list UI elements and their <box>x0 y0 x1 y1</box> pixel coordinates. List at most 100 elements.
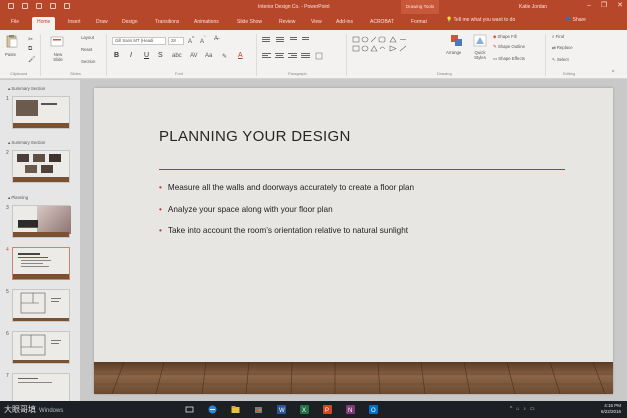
tab-design[interactable]: Design <box>122 17 138 30</box>
arrange-icon[interactable] <box>450 34 464 48</box>
select-button[interactable]: ↖ Select <box>552 57 569 63</box>
keyboard-icon[interactable]: ▭ <box>530 406 539 412</box>
share-button[interactable]: 👤 Share <box>565 17 586 23</box>
character-spacing-icon[interactable]: AV <box>190 53 198 59</box>
slide-thumbnail[interactable] <box>12 150 70 183</box>
strikethrough-icon[interactable]: abc <box>172 53 182 59</box>
tab-transitions[interactable]: Transitions <box>155 17 179 30</box>
svg-text:P: P <box>325 408 329 414</box>
start-from-beginning-icon[interactable] <box>50 3 56 9</box>
slide-thumbnail[interactable] <box>12 373 70 402</box>
collapse-ribbon-icon[interactable]: ^ <box>612 70 614 76</box>
shape-outline-button[interactable]: ✎ Shape Outline <box>493 44 525 50</box>
tell-me-search[interactable]: 💡 Tell me what you want to do <box>446 17 515 23</box>
tab-insert[interactable]: Insert <box>68 17 81 30</box>
italic-button[interactable]: I <box>130 52 132 60</box>
replace-button[interactable]: ⇄ Replace <box>552 45 573 51</box>
tab-review[interactable]: Review <box>279 17 295 30</box>
paint-bucket-icon: ◆ <box>493 34 497 39</box>
bullet-item[interactable]: • Measure all the walls and doorways accu… <box>159 183 414 192</box>
tab-home[interactable]: Home <box>32 17 56 30</box>
underline-button[interactable]: U <box>144 52 149 60</box>
shapes-gallery[interactable] <box>352 36 422 64</box>
increase-font-size-icon[interactable]: A^ <box>188 36 194 45</box>
format-painter-icon[interactable]: 🖌 <box>28 56 36 63</box>
slide-editing-area[interactable]: PLANNING YOUR DESIGN • Measure all the wa… <box>80 80 627 402</box>
onenote-icon[interactable]: N <box>346 405 355 414</box>
bullet-item[interactable]: • Analyze your space along with your floo… <box>159 205 333 214</box>
bold-button[interactable]: B <box>114 52 119 60</box>
text-shadow-button[interactable]: S <box>158 52 163 60</box>
paragraph-icons[interactable] <box>262 36 342 66</box>
store-icon[interactable] <box>254 405 263 414</box>
font-size-combobox[interactable]: 28 <box>168 37 184 45</box>
system-clock[interactable]: 4:16 PM 6/22/2016 <box>601 403 621 415</box>
paste-icon[interactable] <box>6 34 18 48</box>
paste-label[interactable]: Paste <box>5 52 16 57</box>
font-color-button[interactable]: A <box>238 52 243 60</box>
slide-thumbnail-pane[interactable]: ▴ Summary Section 1 ▴ Summary Section 2 … <box>0 80 80 402</box>
slide-thumbnail[interactable] <box>12 96 70 129</box>
change-case-icon[interactable]: Aa <box>205 53 212 59</box>
undo-icon[interactable] <box>22 3 28 9</box>
outlook-icon[interactable]: O <box>369 405 378 414</box>
tab-format[interactable]: Format <box>411 17 427 30</box>
quick-styles-label[interactable]: Quick Styles <box>470 50 490 60</box>
tab-add-ins[interactable]: Add-ins <box>336 17 353 30</box>
slide-thumbnail-selected[interactable] <box>12 247 70 280</box>
tab-acrobat[interactable]: ACROBAT <box>370 17 394 30</box>
section-button[interactable]: Section <box>81 59 95 64</box>
save-icon[interactable] <box>8 3 14 9</box>
restore-button[interactable]: ❐ <box>601 2 607 10</box>
shape-effects-button[interactable]: ▭ Shape Effects <box>493 56 525 62</box>
slide-thumbnail[interactable] <box>12 289 70 322</box>
quick-styles-icon[interactable] <box>473 34 487 48</box>
reset-button[interactable]: Reset <box>81 47 92 52</box>
shape-fill-button[interactable]: ◆ Shape Fill <box>493 34 517 40</box>
new-slide-label[interactable]: New Slide <box>50 52 66 62</box>
slide-number: 4 <box>6 247 9 253</box>
section-header[interactable]: ▴ Planning <box>8 195 28 201</box>
excel-icon[interactable]: X <box>300 405 309 414</box>
current-slide[interactable]: PLANNING YOUR DESIGN • Measure all the wa… <box>94 88 613 394</box>
bullet-item[interactable]: • Take into account the room’s orientatio… <box>159 226 408 235</box>
font-name-combobox[interactable]: Gill Sans MT (Headi <box>112 37 166 45</box>
slide-thumbnail[interactable] <box>12 205 71 238</box>
highlight-icon[interactable]: ✎ <box>222 53 227 60</box>
section-name: Planning <box>11 195 29 200</box>
thumbnail-floor <box>13 274 69 279</box>
watermark: 大眼哥填 Windows <box>4 404 63 415</box>
word-icon[interactable]: W <box>277 405 286 414</box>
minimize-button[interactable]: – <box>587 2 591 10</box>
system-tray[interactable]: ^⌂♪▭ <box>510 406 539 412</box>
decrease-font-size-icon[interactable]: Aˇ <box>200 36 206 45</box>
cut-icon[interactable]: ✂ <box>28 36 33 43</box>
user-name[interactable]: Katie Jordan <box>519 4 547 10</box>
redo-icon[interactable] <box>36 3 42 9</box>
slide-title[interactable]: PLANNING YOUR DESIGN <box>159 128 351 145</box>
task-view-icon[interactable] <box>185 405 194 414</box>
tab-slide-show[interactable]: Slide Show <box>237 17 262 30</box>
tab-view[interactable]: View <box>311 17 322 30</box>
group-separator <box>346 34 347 76</box>
layout-button[interactable]: Layout <box>81 35 94 40</box>
new-slide-icon[interactable] <box>50 36 64 48</box>
tab-draw[interactable]: Draw <box>96 17 108 30</box>
thumbnail-text <box>41 103 57 105</box>
copy-icon[interactable]: ⧉ <box>28 46 32 53</box>
tab-animations[interactable]: Animations <box>194 17 219 30</box>
tab-file[interactable]: File <box>11 17 19 30</box>
powerpoint-icon[interactable]: P <box>323 405 332 414</box>
customize-qat-icon[interactable] <box>64 3 70 9</box>
tell-me-text: Tell me what you want to do <box>453 17 516 23</box>
section-header[interactable]: ▴ Summary Section <box>8 140 45 146</box>
slide-thumbnail[interactable] <box>12 331 70 364</box>
find-button[interactable]: ⌕ Find <box>552 34 564 39</box>
arrange-label[interactable]: Arrange <box>446 50 461 55</box>
title-underline <box>159 169 565 170</box>
close-button[interactable]: ✕ <box>617 2 623 10</box>
file-explorer-icon[interactable] <box>231 405 240 414</box>
clear-formatting-icon[interactable]: A̶ <box>214 36 218 42</box>
section-header[interactable]: ▴ Summary Section <box>8 86 45 92</box>
edge-browser-icon[interactable] <box>208 405 217 414</box>
